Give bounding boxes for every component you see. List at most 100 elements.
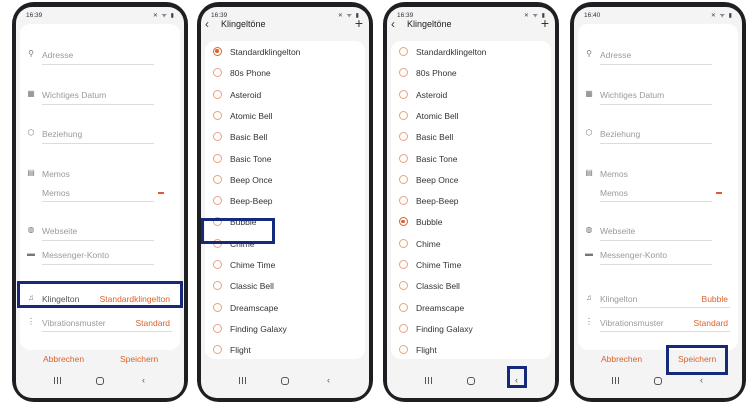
radio-button[interactable] — [213, 281, 222, 291]
back-icon[interactable]: ‹ — [142, 374, 145, 386]
relationship-field[interactable]: Beziehung — [42, 129, 82, 139]
cancel-button[interactable]: Abbrechen — [43, 354, 84, 364]
ringtone-label: Bubble — [416, 217, 443, 228]
radio-button[interactable] — [213, 196, 222, 206]
ringtone-option[interactable]: Atomic Bell — [205, 106, 365, 127]
messenger-field[interactable]: Messenger-Konto — [42, 250, 109, 260]
memos-input[interactable]: Memos — [600, 188, 628, 198]
radio-button[interactable] — [399, 196, 408, 206]
ringtone-option[interactable]: Classic Bell — [391, 276, 551, 297]
back-arrow-icon[interactable]: ‹ — [205, 17, 209, 31]
ringtone-option[interactable]: Chime Time — [391, 255, 551, 276]
website-field[interactable]: Webseite — [600, 226, 635, 236]
home-icon[interactable] — [467, 377, 475, 385]
ringtone-label: Basic Tone — [230, 153, 272, 164]
ringtone-option[interactable]: 80s Phone — [391, 63, 551, 84]
radio-button[interactable] — [399, 302, 408, 312]
ringtone-option[interactable]: Beep Once — [205, 170, 365, 191]
ringtone-option[interactable]: Asteroid — [205, 85, 365, 106]
recent-apps-icon[interactable] — [612, 377, 620, 384]
ringtone-option[interactable]: Finding Galaxy — [205, 319, 365, 340]
ringtone-label: Beep-Beep — [230, 196, 273, 207]
home-icon[interactable] — [654, 377, 662, 385]
ringtone-option[interactable]: Beep-Beep — [391, 191, 551, 212]
recent-apps-icon[interactable] — [54, 377, 62, 384]
important-date-field[interactable]: Wichtiges Datum — [600, 90, 664, 100]
remove-memo-icon[interactable] — [716, 192, 722, 194]
radio-button[interactable] — [213, 132, 222, 142]
radio-button[interactable] — [213, 153, 222, 163]
radio-button[interactable] — [399, 47, 408, 56]
radio-button[interactable] — [399, 217, 408, 227]
address-field[interactable]: Adresse — [42, 50, 73, 60]
highlight-save-button — [666, 345, 728, 375]
add-icon[interactable]: + — [541, 15, 549, 31]
ringtone-option[interactable]: Standardklingelton — [205, 42, 365, 63]
radio-button[interactable] — [213, 260, 222, 269]
ringtone-option[interactable]: Flight — [205, 340, 365, 359]
highlight-ringtone-row — [17, 281, 183, 308]
ringtone-option[interactable]: Standardklingelton — [391, 42, 551, 63]
relationship-icon: ⬡ — [27, 128, 35, 137]
ringtone-option[interactable]: Beep Once — [391, 170, 551, 191]
ringtone-option[interactable]: Chime Time — [205, 255, 365, 276]
important-date-field[interactable]: Wichtiges Datum — [42, 90, 106, 100]
ringtone-option[interactable]: Dreamscape — [205, 298, 365, 319]
radio-button[interactable] — [213, 47, 222, 56]
save-button[interactable]: Speichern — [120, 354, 158, 364]
memos-heading: Memos — [42, 169, 70, 179]
radio-button[interactable] — [399, 345, 408, 355]
radio-button[interactable] — [399, 260, 408, 269]
cancel-button[interactable]: Abbrechen — [601, 354, 642, 364]
add-icon[interactable]: + — [355, 15, 363, 31]
ringtone-option[interactable]: Asteroid — [391, 85, 551, 106]
home-icon[interactable] — [96, 377, 104, 385]
vibration-value[interactable]: Standard — [694, 318, 729, 328]
radio-button[interactable] — [213, 323, 222, 333]
recent-apps-icon[interactable] — [425, 377, 433, 384]
ringtone-label: Standardklingelton — [416, 47, 487, 57]
ringtone-option[interactable]: Beep-Beep — [205, 191, 365, 212]
radio-button[interactable] — [213, 345, 222, 355]
radio-button[interactable] — [399, 89, 408, 99]
ringtone-option[interactable]: Atomic Bell — [391, 106, 551, 127]
radio-button[interactable] — [213, 68, 222, 78]
ringtone-option[interactable]: Dreamscape — [391, 298, 551, 319]
radio-button[interactable] — [213, 110, 222, 120]
ringtone-option[interactable]: Basic Tone — [391, 149, 551, 170]
radio-button[interactable] — [399, 174, 408, 184]
address-field[interactable]: Adresse — [600, 50, 631, 60]
vibration-value[interactable]: Standard — [136, 318, 171, 328]
memos-input[interactable]: Memos — [42, 188, 70, 198]
ringtone-label: Standardklingelton — [230, 47, 301, 57]
messenger-field[interactable]: Messenger-Konto — [600, 250, 667, 260]
ringtone-option[interactable]: 80s Phone — [205, 63, 365, 84]
radio-button[interactable] — [213, 302, 222, 312]
ringtone-option[interactable]: Chime — [391, 234, 551, 255]
ringtone-option[interactable]: Basic Tone — [205, 149, 365, 170]
radio-button[interactable] — [399, 68, 408, 78]
ringtone-value[interactable]: Bubble — [702, 294, 728, 304]
back-icon[interactable]: ‹ — [700, 374, 703, 386]
ringtone-option[interactable]: Basic Bell — [205, 127, 365, 148]
home-icon[interactable] — [281, 377, 289, 385]
radio-button[interactable] — [213, 174, 222, 184]
relationship-field[interactable]: Beziehung — [600, 129, 640, 139]
remove-memo-icon[interactable] — [158, 192, 164, 194]
website-field[interactable]: Webseite — [42, 226, 77, 236]
radio-button[interactable] — [399, 238, 408, 248]
radio-button[interactable] — [399, 153, 408, 163]
ringtone-option[interactable]: Flight — [391, 340, 551, 359]
radio-button[interactable] — [399, 281, 408, 291]
ringtone-option[interactable]: Bubble — [391, 212, 551, 233]
recent-apps-icon[interactable] — [239, 377, 247, 384]
ringtone-option[interactable]: Classic Bell — [205, 276, 365, 297]
radio-button[interactable] — [399, 132, 408, 142]
radio-button[interactable] — [213, 89, 222, 99]
back-icon[interactable]: ‹ — [327, 374, 330, 386]
back-arrow-icon[interactable]: ‹ — [391, 17, 395, 31]
radio-button[interactable] — [399, 110, 408, 120]
ringtone-option[interactable]: Finding Galaxy — [391, 319, 551, 340]
radio-button[interactable] — [399, 323, 408, 333]
ringtone-option[interactable]: Basic Bell — [391, 127, 551, 148]
